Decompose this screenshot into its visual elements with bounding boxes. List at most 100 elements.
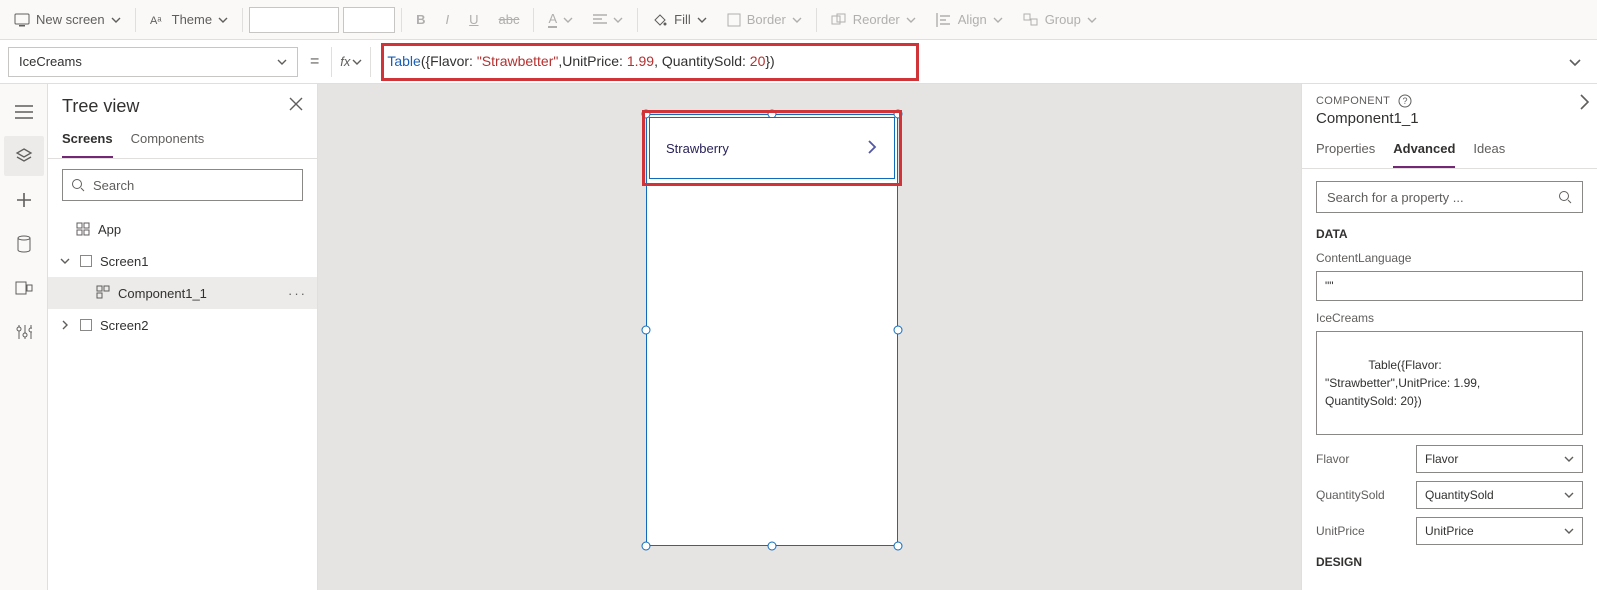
group-label: Group [1045,12,1081,27]
media-icon [15,281,33,295]
border-label: Border [747,12,786,27]
component-icon [96,285,110,302]
strike-label: abc [499,12,520,27]
tree-item-component1[interactable]: Component1_1 ··· [48,277,317,309]
fontcolor-label: A [548,11,557,28]
chevron-down-icon [1087,15,1097,25]
tree-title: Tree view [62,96,139,117]
chevron-right-icon [58,320,72,330]
chevron-right-icon[interactable] [866,138,878,159]
italic-label: I [446,12,450,27]
align-icon [593,14,607,26]
theme-button[interactable]: Aᵃ Theme [140,4,238,36]
chevron-down-icon [111,15,121,25]
svg-text:?: ? [1403,96,1408,106]
reorder-label: Reorder [853,12,900,27]
fx-button[interactable]: fx [331,47,371,77]
font-size-dropdown[interactable] [343,7,395,33]
strike-button[interactable]: abc [489,4,530,36]
rail-tools[interactable] [4,312,44,352]
tab-components[interactable]: Components [131,123,205,158]
screen-icon [80,319,92,331]
tree-items: App Screen1 Component1_1 ··· Screen2 [48,211,317,343]
align-objects-button[interactable]: Align [926,4,1013,36]
formula-input[interactable]: Table({Flavor: "Strawbetter",UnitPrice: … [379,47,1553,77]
tree-item-app[interactable]: App [48,213,317,245]
props-title: Component1_1 [1302,110,1597,133]
tab-screens[interactable]: Screens [62,123,113,158]
tree-close-button[interactable] [289,97,303,116]
new-screen-button[interactable]: New screen [4,4,131,36]
fx-label: fx [340,54,350,69]
unitprice-dd-value: UnitPrice [1425,524,1474,538]
icecreams-value: Table({Flavor: "Strawbetter",UnitPrice: … [1325,358,1480,408]
ribbon-toolbar: New screen Aᵃ Theme B I U abc A Fill Bor… [0,0,1597,40]
chevron-down-icon [993,15,1003,25]
quantitysold-dropdown[interactable]: QuantitySold [1416,481,1583,509]
props-header-label: COMPONENT [1316,95,1390,107]
chevron-down-icon [1564,454,1574,464]
chevron-down-icon [218,15,228,25]
panel-expand-button[interactable] [1577,92,1591,115]
quantitysold-key-label: QuantitySold [1316,488,1406,502]
tree-tabs: Screens Components [48,123,317,159]
flavor-dropdown[interactable]: Flavor [1416,445,1583,473]
fill-button[interactable]: Fill [642,4,717,36]
tree-search-input[interactable]: Search [62,169,303,201]
font-color-button[interactable]: A [538,4,583,36]
underline-button[interactable]: U [459,4,488,36]
rail-hamburger[interactable] [4,92,44,132]
rail-tree-view[interactable] [4,136,44,176]
rail-insert[interactable] [4,180,44,220]
tree-screen2-label: Screen2 [100,318,148,333]
props-search-placeholder: Search for a property ... [1327,190,1464,205]
svg-text:Aᵃ: Aᵃ [150,15,162,27]
tab-ideas[interactable]: Ideas [1473,133,1505,168]
flavor-dd-value: Flavor [1425,452,1458,466]
font-family-dropdown[interactable] [249,7,339,33]
group-icon [1023,13,1039,27]
props-search-input[interactable]: Search for a property ... [1316,181,1583,213]
fill-label: Fill [674,12,691,27]
reorder-button[interactable]: Reorder [821,4,926,36]
tree-item-more-button[interactable]: ··· [288,286,307,301]
database-icon [16,235,32,253]
chevron-down-icon [697,15,707,25]
contentlanguage-input[interactable]: "" [1316,271,1583,301]
tree-screen1-label: Screen1 [100,254,148,269]
property-dropdown[interactable]: IceCreams [8,47,298,77]
group-button[interactable]: Group [1013,4,1107,36]
chevron-down-icon [1567,54,1583,70]
help-icon[interactable]: ? [1398,94,1412,108]
bold-button[interactable]: B [406,4,435,36]
icecreams-input[interactable]: Table({Flavor: "Strawbetter",UnitPrice: … [1316,331,1583,435]
border-button[interactable]: Border [717,4,812,36]
tree-item-screen2[interactable]: Screen2 [48,309,317,341]
unitprice-dropdown[interactable]: UnitPrice [1416,517,1583,545]
chevron-down-icon [1564,526,1574,536]
reorder-icon [831,13,847,27]
text-align-button[interactable] [583,4,633,36]
chevron-down-icon [613,15,623,25]
border-icon [727,13,741,27]
formula-expand-button[interactable] [1561,54,1589,70]
tree-item-screen1[interactable]: Screen1 [48,245,317,277]
tree-view-panel: Tree view Screens Components Search App [48,84,318,590]
search-icon [1558,190,1572,204]
screen-icon [14,13,30,27]
tab-properties[interactable]: Properties [1316,133,1375,168]
gallery-row[interactable]: Strawberry [646,114,898,182]
gallery-row-title: Strawberry [666,141,729,156]
left-rail [0,84,48,590]
formula-text: Table({Flavor: "Strawbetter",UnitPrice: … [379,53,774,70]
screen-icon [80,255,92,267]
design-canvas[interactable]: Strawberry [318,84,1301,590]
properties-panel: COMPONENT ? Component1_1 Properties Adva… [1301,84,1597,590]
bold-label: B [416,12,425,27]
rail-media[interactable] [4,268,44,308]
rail-data[interactable] [4,224,44,264]
chevron-down-icon [563,15,573,25]
tab-advanced[interactable]: Advanced [1393,133,1455,168]
align-objects-icon [936,13,952,27]
italic-button[interactable]: I [436,4,460,36]
